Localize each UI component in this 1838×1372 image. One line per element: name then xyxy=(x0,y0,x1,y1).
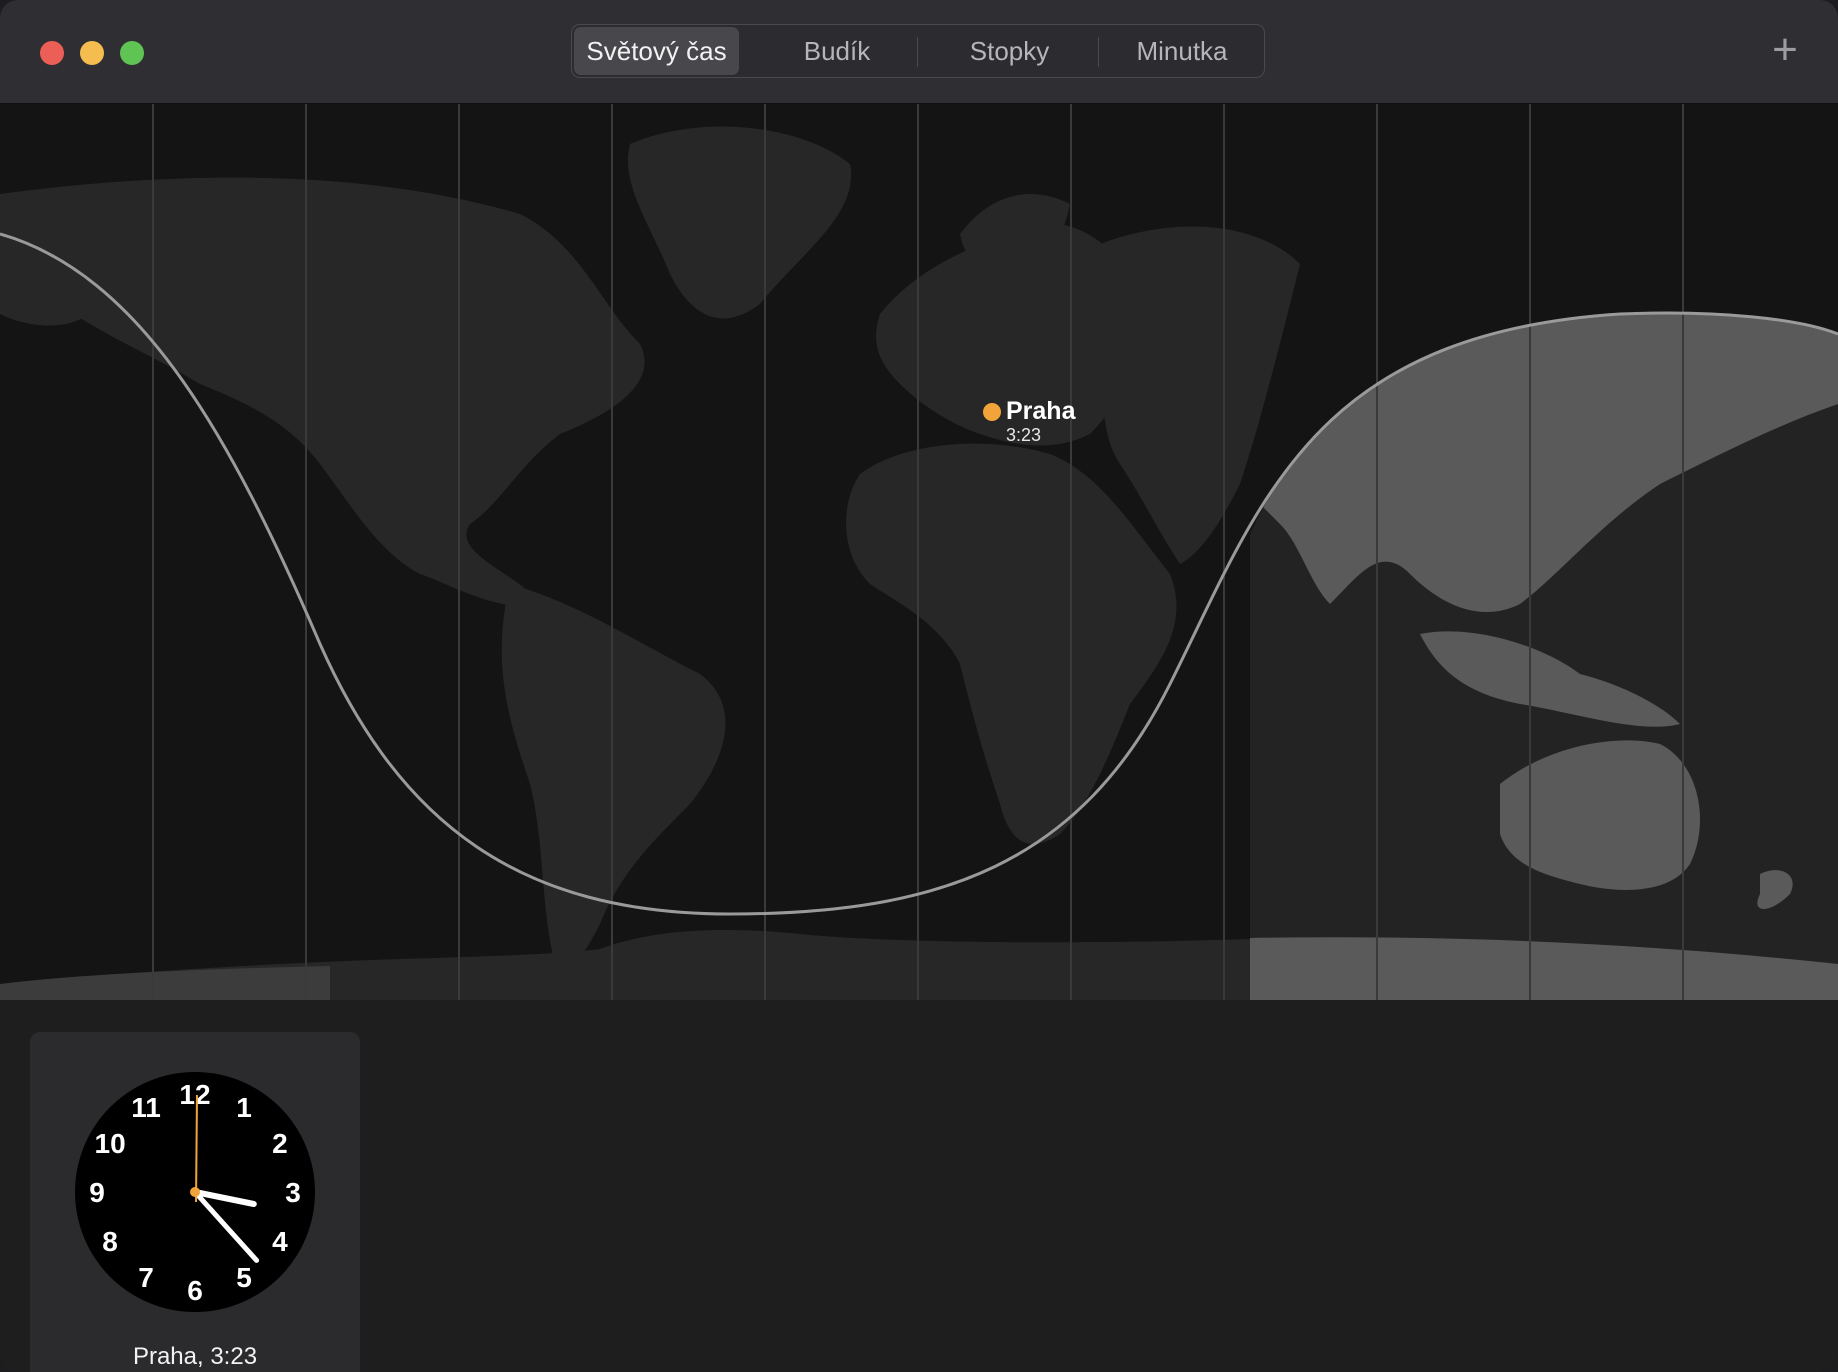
clock-numeral: 4 xyxy=(272,1226,288,1257)
tab-divider xyxy=(1098,37,1099,67)
clock-numeral: 3 xyxy=(285,1177,301,1208)
clock-numeral: 10 xyxy=(95,1128,126,1159)
continents-night xyxy=(0,126,1300,1000)
title-bar: Světový čas Budík Stopky Minutka + xyxy=(0,0,1838,104)
add-city-button[interactable]: + xyxy=(1768,26,1802,76)
clock-numeral: 12 xyxy=(179,1079,210,1110)
close-window-button[interactable] xyxy=(40,41,64,65)
tab-timer[interactable]: Minutka xyxy=(1102,27,1262,75)
analog-clock: 12 12 3 45 6 78 9 1011 xyxy=(75,1072,315,1312)
clock-numeral: 2 xyxy=(272,1128,288,1159)
clock-numeral: 1 xyxy=(236,1092,252,1123)
clock-numeral: 7 xyxy=(138,1262,154,1293)
city-marker-praha[interactable] xyxy=(983,403,1001,421)
clock-numeral: 9 xyxy=(89,1177,105,1208)
world-map-graphic xyxy=(0,104,1838,1000)
clock-window: Světový čas Budík Stopky Minutka + Praha… xyxy=(0,0,1838,1372)
tab-world-clock[interactable]: Světový čas xyxy=(574,27,739,75)
clock-numeral: 6 xyxy=(187,1275,203,1306)
clock-numeral: 5 xyxy=(236,1262,252,1293)
city-name-praha: Praha xyxy=(1006,397,1076,425)
clock-card-label: Praha, 3:23 xyxy=(132,1343,258,1370)
minimize-window-button[interactable] xyxy=(80,41,104,65)
city-time-praha: 3:23 xyxy=(1006,425,1042,445)
zoom-window-button[interactable] xyxy=(120,41,144,65)
tab-divider xyxy=(917,37,918,67)
second-hand xyxy=(195,1094,198,1203)
clock-numeral: 8 xyxy=(102,1226,118,1257)
clock-center xyxy=(190,1187,200,1197)
tab-alarm[interactable]: Budík xyxy=(757,27,917,75)
clock-list: 12 1 2 3 4 5 6 7 8 9 10 11 Praha, 3:23 xyxy=(0,1000,1838,1372)
clock-card-praha[interactable]: 12 1 2 3 4 5 6 7 8 9 10 11 Praha, 3:23 xyxy=(30,1032,360,1372)
tab-bar: Světový čas Budík Stopky Minutka xyxy=(571,24,1265,78)
clock-numeral: 11 xyxy=(131,1092,161,1123)
tab-stopwatch[interactable]: Stopky xyxy=(921,27,1098,75)
world-map: Praha 3:23 xyxy=(0,104,1838,1000)
